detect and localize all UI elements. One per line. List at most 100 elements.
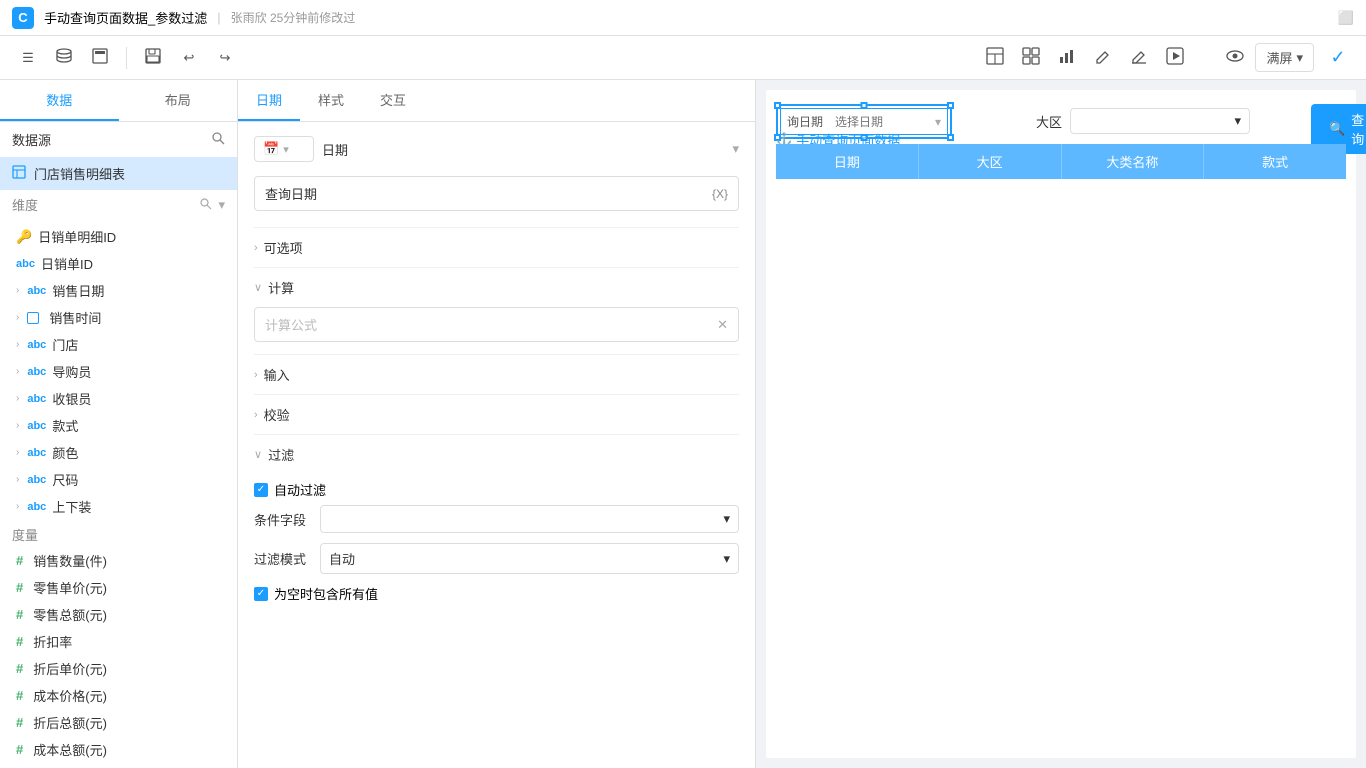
handle-br[interactable] [947, 134, 954, 141]
window-button[interactable]: ⬜ [1338, 10, 1354, 26]
validation-label: 校验 [264, 405, 290, 424]
comp-type-arrow: ▾ [283, 143, 289, 156]
dimension-expand-icon[interactable]: ▾ [218, 197, 225, 213]
filter-header[interactable]: ∨ 过滤 [254, 435, 739, 474]
measure-item-5[interactable]: # 成本价格(元) [0, 682, 237, 709]
abc-icon-4: abc [27, 339, 46, 351]
daqu-container: 大区 ▾ [1036, 108, 1250, 134]
handle-tm[interactable] [861, 102, 868, 109]
dimension-search-icon[interactable] [199, 197, 212, 213]
dim-item-0[interactable]: 🔑 日销单明细ID [0, 223, 237, 250]
mid-tabs: 日期 样式 交互 [238, 80, 755, 122]
edit1-btn[interactable] [1087, 42, 1119, 74]
comp-settings-icon[interactable]: ▾ [732, 141, 739, 157]
edit2-btn[interactable] [1123, 42, 1155, 74]
measure-label-6: 折后总额(元) [33, 713, 107, 732]
field-name-input[interactable]: 查询日期 {X} [254, 176, 739, 211]
dim-item-4[interactable]: › abc 门店 [0, 331, 237, 358]
filter-mode-arrow: ▾ [723, 551, 730, 567]
hash-icon-7: # [16, 742, 23, 757]
datasource-name: 门店销售明细表 [34, 164, 125, 183]
null-include-label: 为空时包含所有值 [274, 584, 378, 603]
preview-btn[interactable] [84, 42, 116, 74]
date-dropdown-arrow[interactable]: ▾ [929, 115, 947, 129]
daqu-arrow: ▾ [1234, 113, 1241, 129]
validation-arrow: › [254, 409, 258, 421]
grid-view-btn[interactable] [1015, 42, 1047, 74]
tab-layout[interactable]: 布局 [119, 80, 238, 121]
validation-section: › 校验 [254, 394, 739, 434]
abc-icon-5: abc [27, 366, 46, 378]
chart-btn[interactable] [1051, 42, 1083, 74]
measure-item-3[interactable]: # 折扣率 [0, 628, 237, 655]
handle-tl[interactable] [774, 102, 781, 109]
tab-data[interactable]: 数据 [0, 80, 119, 121]
datasource-section-header: 数据源 [0, 122, 237, 157]
measure-item-1[interactable]: # 零售单价(元) [0, 574, 237, 601]
comp-type-select[interactable]: 📅 ▾ [254, 136, 314, 162]
filter-section: ∨ 过滤 ✓ 自动过滤 条件字段 ▾ [254, 434, 739, 621]
dim-item-8[interactable]: › abc 颜色 [0, 439, 237, 466]
eye-btn[interactable] [1219, 42, 1251, 74]
tab-date[interactable]: 日期 [238, 80, 300, 121]
table-view-icon [986, 47, 1004, 68]
calc-header[interactable]: ∨ 计算 [254, 268, 739, 307]
dim-item-label-5: 导购员 [52, 362, 91, 381]
datasource-item[interactable]: 门店销售明细表 [0, 157, 237, 190]
dim-item-label-9: 尺码 [52, 470, 78, 489]
fullscreen-label: 满屏 [1266, 48, 1292, 67]
app-logo: C [12, 7, 34, 29]
filter-mode-select[interactable]: 自动 ▾ [320, 543, 739, 574]
dim-item-7[interactable]: › abc 款式 [0, 412, 237, 439]
user-info: 张雨欣 25分钟前修改过 [231, 9, 356, 26]
mid-panel: 日期 样式 交互 📅 ▾ 日期 ▾ 查询日期 [238, 80, 756, 768]
measure-item-4[interactable]: # 折后单价(元) [0, 655, 237, 682]
play-btn[interactable] [1159, 42, 1191, 74]
dim-item-label-3: 销售时间 [49, 308, 101, 327]
redo-btn[interactable]: ↪ [209, 42, 241, 74]
validation-header[interactable]: › 校验 [254, 395, 739, 434]
tab-interact[interactable]: 交互 [362, 80, 424, 121]
calc-arrow: ∨ [254, 281, 262, 294]
dim-item-6[interactable]: › abc 收银员 [0, 385, 237, 412]
input-header[interactable]: › 输入 [254, 355, 739, 394]
measure-item-6[interactable]: # 折后总额(元) [0, 709, 237, 736]
dim-item-9[interactable]: › abc 尺码 [0, 466, 237, 493]
table-view-btn[interactable] [979, 42, 1011, 74]
save-btn[interactable] [137, 42, 169, 74]
null-include-checkbox[interactable]: ✓ [254, 587, 268, 601]
hash-icon-3: # [16, 634, 23, 649]
daqu-select[interactable]: ▾ [1070, 108, 1250, 134]
tab-style[interactable]: 样式 [300, 80, 362, 121]
menu-btn[interactable]: ☰ [12, 42, 44, 74]
dim-item-2[interactable]: › abc 销售日期 [0, 277, 237, 304]
handle-tr[interactable] [947, 102, 954, 109]
confirm-btn[interactable]: ✓ [1322, 42, 1354, 74]
th-category: 大类名称 [1062, 144, 1205, 179]
measure-item-2[interactable]: # 零售总额(元) [0, 601, 237, 628]
title-separator: | [217, 10, 220, 25]
undo-btn[interactable]: ↩ [173, 42, 205, 74]
measure-label-0: 销售数量(件) [33, 551, 107, 570]
hash-icon-0: # [16, 553, 23, 568]
condition-field-select[interactable]: ▾ [320, 505, 739, 533]
search-icon[interactable] [211, 131, 225, 148]
optional-header[interactable]: › 可选项 [254, 228, 739, 267]
dim-item-1[interactable]: abc 日销单ID [0, 250, 237, 277]
left-tabs: 数据 布局 [0, 80, 237, 122]
condition-field-row: 条件字段 ▾ [254, 505, 739, 533]
th-region: 大区 [919, 144, 1062, 179]
datasource-table-icon [12, 165, 26, 182]
fullscreen-btn[interactable]: 满屏 ▾ [1255, 43, 1314, 72]
optional-label: 可选项 [264, 238, 303, 257]
dim-item-3[interactable]: › 销售时间 [0, 304, 237, 331]
calc-formula-clear[interactable]: ✕ [717, 317, 728, 333]
dim-item-5[interactable]: › abc 导购员 [0, 358, 237, 385]
save-icon [144, 47, 162, 68]
calc-formula-input[interactable]: 计算公式 ✕ [254, 307, 739, 342]
measure-item-0[interactable]: # 销售数量(件) [0, 547, 237, 574]
dim-item-10[interactable]: › abc 上下装 [0, 493, 237, 520]
measure-item-7[interactable]: # 成本总额(元) [0, 736, 237, 763]
auto-filter-checkbox[interactable]: ✓ [254, 483, 268, 497]
datasource-btn[interactable] [48, 42, 80, 74]
